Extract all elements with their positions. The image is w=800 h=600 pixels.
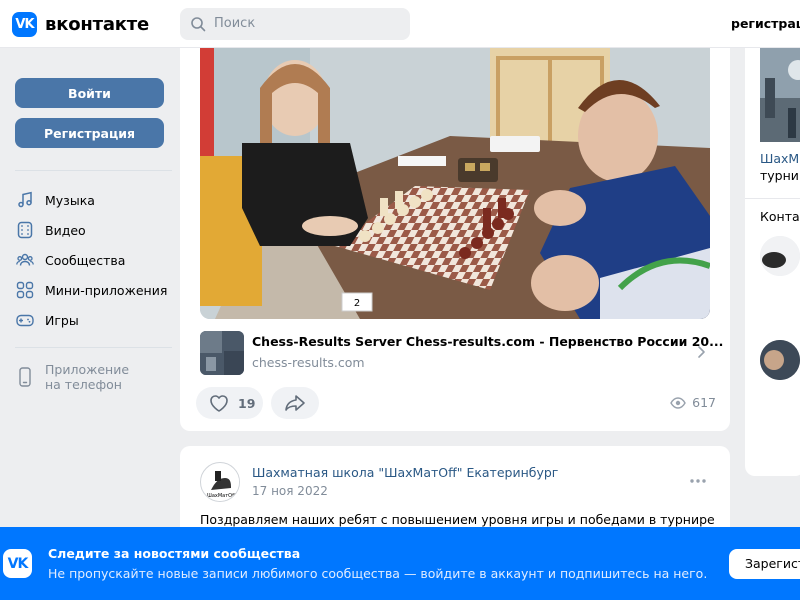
sidebar-divider — [15, 170, 172, 171]
post-actions: 19 617 — [196, 387, 716, 419]
sidebar-item-label: Музыка — [45, 192, 95, 208]
views-count: 617 — [692, 395, 716, 410]
link-title[interactable]: Chess-Results Server Chess-results.com -… — [252, 334, 723, 349]
sidebar-item-label: Мини-приложения — [45, 282, 168, 298]
vk-logo-icon: VK — [3, 549, 32, 578]
video-icon — [15, 220, 35, 240]
community-title-line2: турнир — [760, 168, 800, 183]
gamepad-icon — [15, 310, 35, 330]
mini-apps-icon — [15, 280, 35, 300]
sidebar-item-music[interactable]: Музыка — [15, 188, 175, 212]
sidebar-item-phone-app[interactable]: Приложение на телефон — [15, 362, 175, 396]
register-link[interactable]: регистрация — [731, 16, 800, 31]
sidebar-item-label: Сообщества — [45, 252, 126, 268]
sidebar-item-games[interactable]: Игры — [15, 308, 175, 332]
search-input[interactable]: Поиск — [180, 8, 410, 40]
community-title-line1: ШахМа — [760, 151, 800, 166]
search-icon — [191, 17, 206, 32]
post-text: Поздравляем наших ребят с повышением уро… — [200, 512, 715, 527]
sidebar-divider — [15, 347, 172, 348]
community-title[interactable]: ШахМа турнир — [760, 150, 800, 184]
post-photo[interactable]: 2 — [200, 48, 710, 319]
community-avatar[interactable]: ШахМатOff — [200, 462, 240, 502]
search-placeholder: Поиск — [214, 16, 256, 31]
banner-register-button[interactable]: Зарегистр — [729, 549, 800, 579]
banner-title: Следите за новостями сообщества — [48, 546, 301, 561]
chess-photo-image: 2 — [200, 48, 710, 319]
like-button[interactable]: 19 — [196, 387, 263, 419]
link-domain: chess-results.com — [252, 355, 365, 370]
heart-icon — [210, 395, 228, 412]
phone-app-line1: Приложение — [45, 362, 130, 377]
contacts-heading: Конта — [760, 209, 800, 224]
phone-icon — [15, 362, 35, 392]
top-header: VK вконтакте Поиск регистрация — [0, 0, 800, 48]
chevron-right-icon — [698, 346, 705, 358]
community-cover-image[interactable] — [760, 48, 800, 142]
banner-subtitle: Не пропускайте новые записи любимого соо… — [48, 566, 708, 581]
views-counter: 617 — [670, 395, 716, 410]
contact-avatar[interactable] — [760, 340, 800, 380]
more-options-icon[interactable] — [688, 476, 708, 486]
sidebar-item-label: Игры — [45, 312, 79, 328]
share-icon — [285, 395, 305, 411]
contact-avatar[interactable] — [760, 236, 800, 276]
sidebar-item-label: Видео — [45, 222, 86, 238]
like-count: 19 — [238, 395, 256, 411]
follow-banner: VK Следите за новостями сообщества Не пр… — [0, 527, 800, 600]
post-date[interactable]: 17 ноя 2022 — [252, 484, 328, 498]
sidebar-item-communities[interactable]: Сообщества — [15, 248, 175, 272]
vk-logo-icon: VK — [12, 12, 37, 37]
share-button[interactable] — [271, 387, 319, 419]
link-thumbnail — [200, 331, 244, 375]
communities-icon — [15, 250, 35, 270]
right-divider — [745, 198, 800, 199]
phone-app-label: Приложение на телефон — [45, 362, 129, 396]
vk-logo[interactable]: VK вконтакте — [12, 12, 149, 37]
register-button[interactable]: Регистрация — [15, 118, 164, 148]
logo-text: вконтакте — [45, 14, 150, 35]
phone-app-line2: на телефон — [45, 377, 122, 392]
post-author[interactable]: Шахматная школа "ШахМатOff" Екатеринбург — [252, 465, 558, 480]
avatar-text: ШахМатOff — [206, 493, 236, 499]
eye-icon — [670, 396, 686, 409]
link-attachment[interactable]: Chess-Results Server Chess-results.com -… — [200, 331, 723, 375]
right-community-card: ШахМа турнир Конта — [745, 48, 800, 476]
post-card: 2 Chess-Results Server Chess-results.com… — [180, 48, 730, 431]
music-icon — [15, 190, 35, 210]
sidebar-item-mini-apps[interactable]: Мини-приложения — [15, 278, 175, 302]
sidebar-item-video[interactable]: Видео — [15, 218, 175, 242]
login-button[interactable]: Войти — [15, 78, 164, 108]
table-number-card: 2 — [354, 298, 360, 309]
